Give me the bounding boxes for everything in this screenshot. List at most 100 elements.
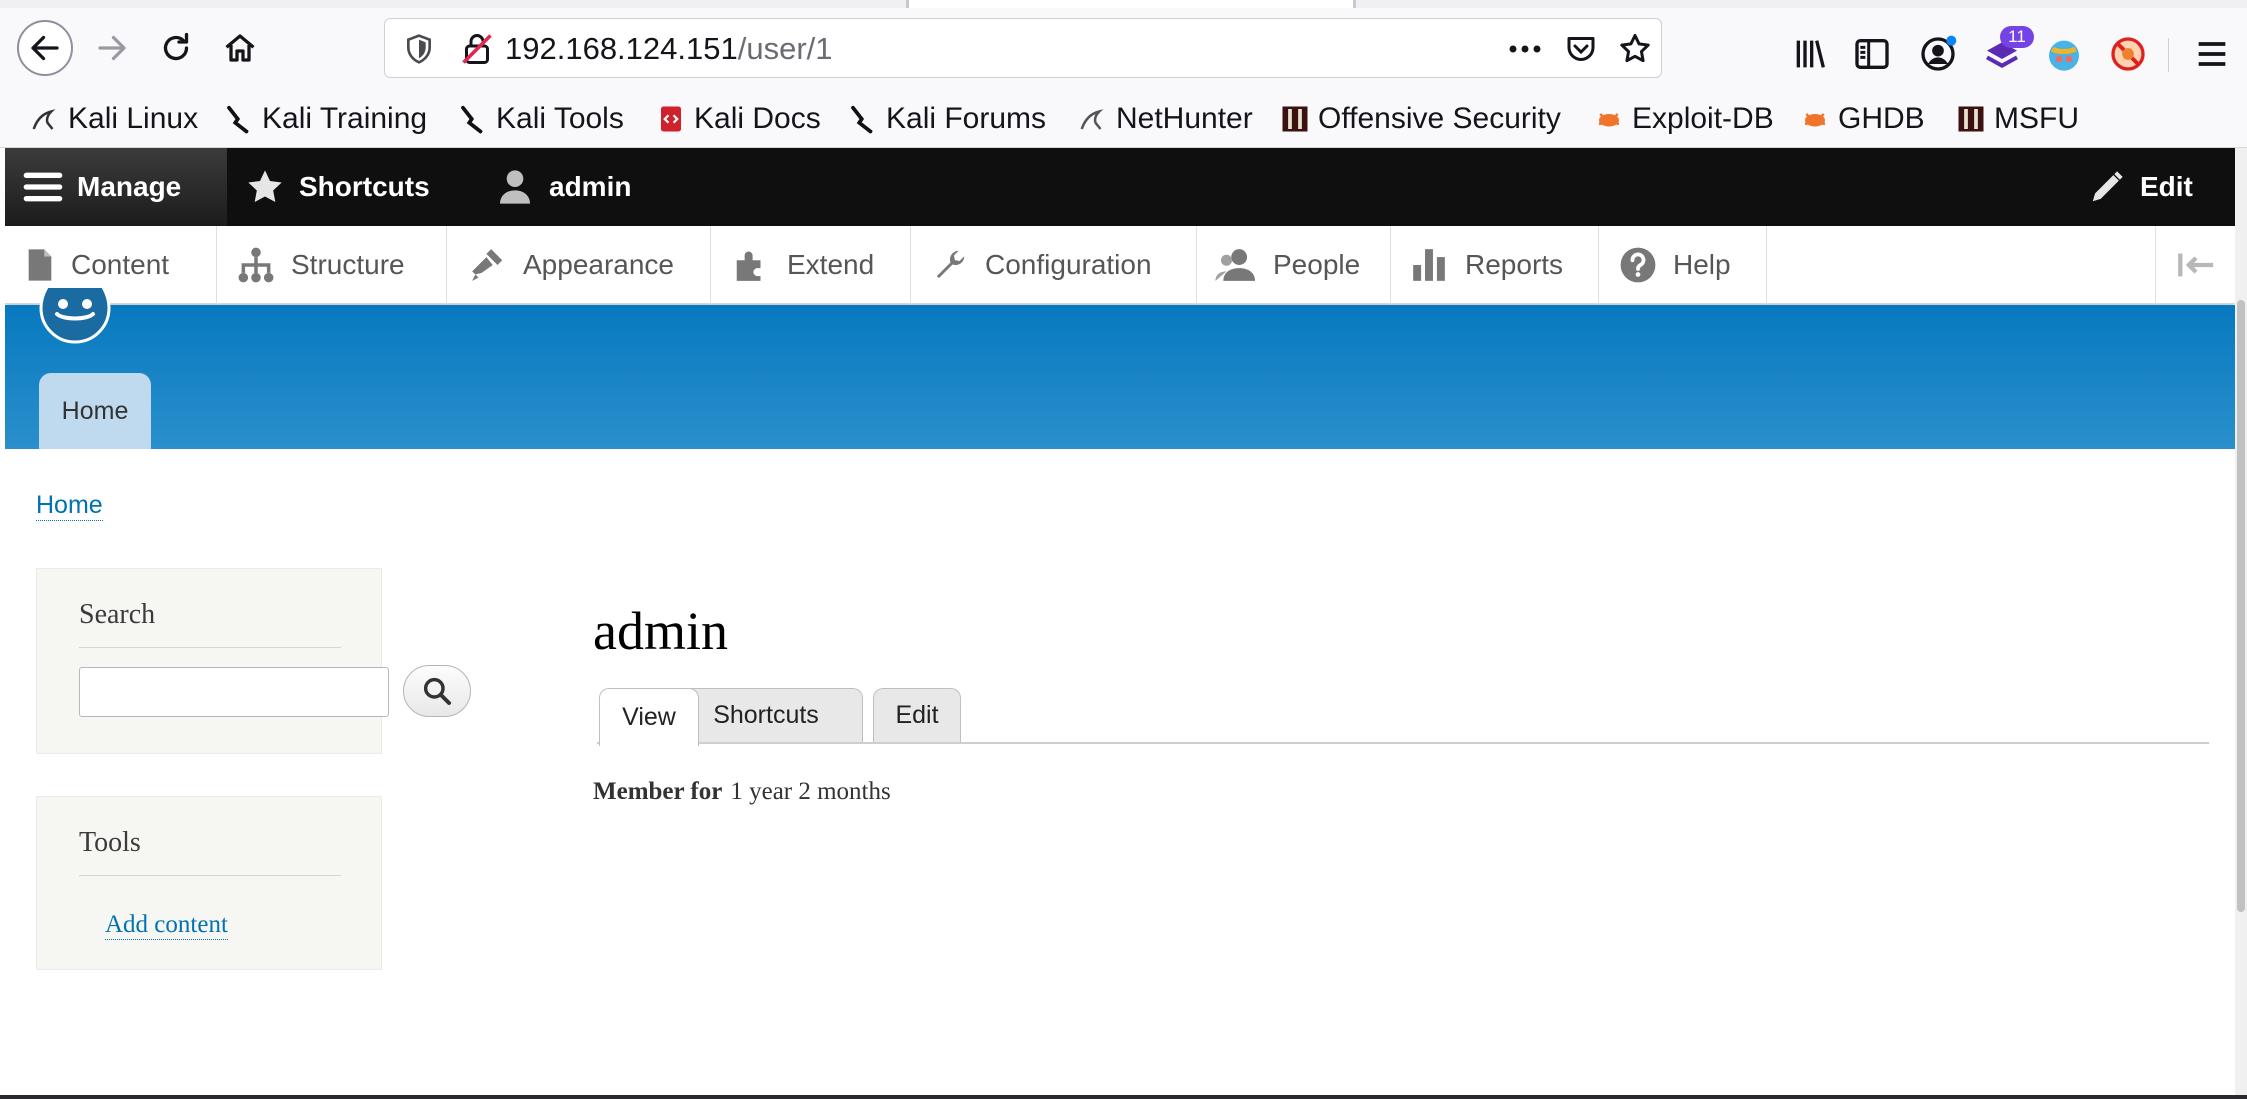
tray-item-structure[interactable]: Structure [217, 226, 447, 304]
hamburger-menu-icon[interactable] [2192, 34, 2232, 74]
toolbar-user-tab[interactable]: admin [495, 148, 631, 226]
nethunter-icon [1080, 109, 1104, 130]
primary-tab-home[interactable]: Home [39, 373, 151, 449]
tray-item-label: Help [1673, 249, 1731, 280]
wrench-icon [936, 250, 965, 279]
library-icon[interactable] [1790, 34, 1830, 74]
sidebar-toggle-icon[interactable] [1852, 34, 1892, 74]
content-icon [28, 249, 52, 281]
kali-training-icon [227, 105, 249, 134]
bookmark-label: Kali Training [262, 102, 428, 135]
site-header [5, 305, 2235, 449]
toolbar-edit-tab[interactable]: Edit [2088, 148, 2193, 226]
hamburger-icon [23, 172, 63, 202]
scrollbar-thumb[interactable] [2237, 300, 2245, 912]
bookmark-item[interactable]: Kali Training [224, 96, 427, 142]
bookmark-item[interactable]: Kali Forums [848, 96, 1046, 142]
tray-item-people[interactable]: People [1197, 226, 1391, 304]
toolbar-shortcuts-label: Shortcuts [299, 171, 430, 202]
url-bar[interactable]: 192.168.124.151/user/1 [384, 18, 1662, 78]
tray-item-label: Reports [1465, 249, 1564, 280]
search-button[interactable] [403, 665, 471, 717]
bookmark-label: Kali Docs [694, 102, 821, 135]
active-tab[interactable] [908, 0, 1354, 8]
bookmark-item[interactable]: NetHunter [1078, 96, 1253, 142]
forward-button[interactable] [84, 20, 140, 76]
bookmark-item[interactable]: Exploit-DB [1594, 96, 1774, 142]
ghdb-icon [1804, 113, 1826, 127]
back-button[interactable] [17, 20, 73, 76]
home-button[interactable] [212, 20, 268, 76]
appearance-icon [472, 249, 503, 281]
search-input[interactable] [79, 667, 389, 717]
toolbar-manage-tab[interactable]: Manage [5, 148, 227, 226]
bookmark-label: Kali Tools [496, 102, 624, 135]
tray-item-extend[interactable]: Extend [711, 226, 911, 304]
pocket-icon[interactable] [1563, 31, 1599, 67]
drupal-logo[interactable] [37, 288, 113, 346]
page-viewport: Manage Shortcuts admin Edit Content Stru… [5, 148, 2235, 1095]
breadcrumb-home-link[interactable]: Home [36, 490, 103, 521]
extension-blocker-icon[interactable] [2108, 34, 2148, 74]
tabs-divider [597, 742, 2209, 744]
arrow-left-icon [31, 35, 59, 61]
more-dots-icon[interactable] [1505, 33, 1545, 65]
member-for-field: Member for 1 year 2 months [593, 778, 891, 806]
bookmark-item[interactable]: Kali Linux [30, 96, 198, 142]
bookmark-item[interactable]: Kali Docs [656, 96, 821, 142]
shield-icon[interactable] [403, 33, 435, 65]
page-title: admin [593, 601, 728, 661]
structure-icon [238, 247, 274, 283]
block-divider [79, 875, 341, 876]
tools-block: Tools Add content [36, 796, 382, 970]
tray-item-reports[interactable]: Reports [1391, 226, 1599, 304]
admin-tray: Content Structure Appearance Extend Conf… [5, 226, 2235, 304]
tray-item-appearance[interactable]: Appearance [447, 226, 711, 304]
reload-button[interactable] [148, 20, 204, 76]
pencil-icon [2092, 171, 2123, 202]
exploit-db-icon [1598, 113, 1620, 127]
tray-item-help[interactable]: Help [1599, 226, 1767, 304]
bookmarks-toolbar: Kali Linux Kali Training Kali Tools Kali… [0, 96, 2247, 142]
home-icon [225, 34, 255, 62]
tray-orientation-toggle[interactable] [2155, 226, 2235, 304]
tray-item-label: Appearance [523, 249, 675, 280]
url-host: 192.168.124.151 [505, 31, 738, 66]
user-icon [500, 170, 530, 204]
kali-forums-icon [851, 105, 873, 134]
tray-item-label: Structure [291, 249, 405, 280]
tab-strip [0, 0, 2247, 8]
offsec-icon [1282, 106, 1308, 132]
add-content-link[interactable]: Add content [105, 911, 228, 940]
extension-globe-icon[interactable] [2044, 34, 2084, 74]
tab-edit[interactable]: Edit [873, 688, 961, 742]
bookmark-item[interactable]: GHDB [1800, 96, 1925, 142]
bookmark-item[interactable]: MSFU [1956, 96, 2079, 142]
tab-separator [1354, 0, 1356, 8]
url-path: /user/1 [737, 31, 833, 66]
bookmark-label: Exploit-DB [1632, 102, 1774, 135]
bookmark-item[interactable]: Kali Tools [458, 96, 624, 142]
help-icon [1620, 247, 1656, 283]
toolbar-shortcuts-tab[interactable]: Shortcuts [245, 148, 430, 226]
account-icon[interactable] [1918, 34, 1958, 74]
bookmark-item[interactable]: Offensive Security [1280, 96, 1561, 142]
url-text[interactable]: 192.168.124.151/user/1 [505, 31, 833, 67]
navigation-bar: 192.168.124.151/user/1 11 [0, 8, 2247, 88]
search-block-title: Search [79, 599, 156, 630]
collapse-arrow-icon [2177, 253, 2213, 277]
star-icon [248, 170, 282, 202]
kali-tools-icon [461, 105, 483, 134]
drupal-drop-icon [39, 288, 111, 344]
browser-chrome: 192.168.124.151/user/1 11 Kali Linux Kal… [0, 0, 2247, 148]
member-for-value: 1 year 2 months [730, 778, 891, 805]
insecure-lock-icon[interactable] [459, 31, 495, 67]
kali-docs-icon [661, 106, 681, 132]
tab-view[interactable]: View [599, 688, 699, 746]
search-block: Search [36, 568, 471, 754]
bookmark-star-icon[interactable] [1617, 31, 1653, 67]
msfu-icon [1958, 106, 1984, 132]
tray-item-label: Content [71, 249, 170, 280]
tray-item-configuration[interactable]: Configuration [911, 226, 1197, 304]
bookmark-label: Offensive Security [1318, 102, 1561, 135]
